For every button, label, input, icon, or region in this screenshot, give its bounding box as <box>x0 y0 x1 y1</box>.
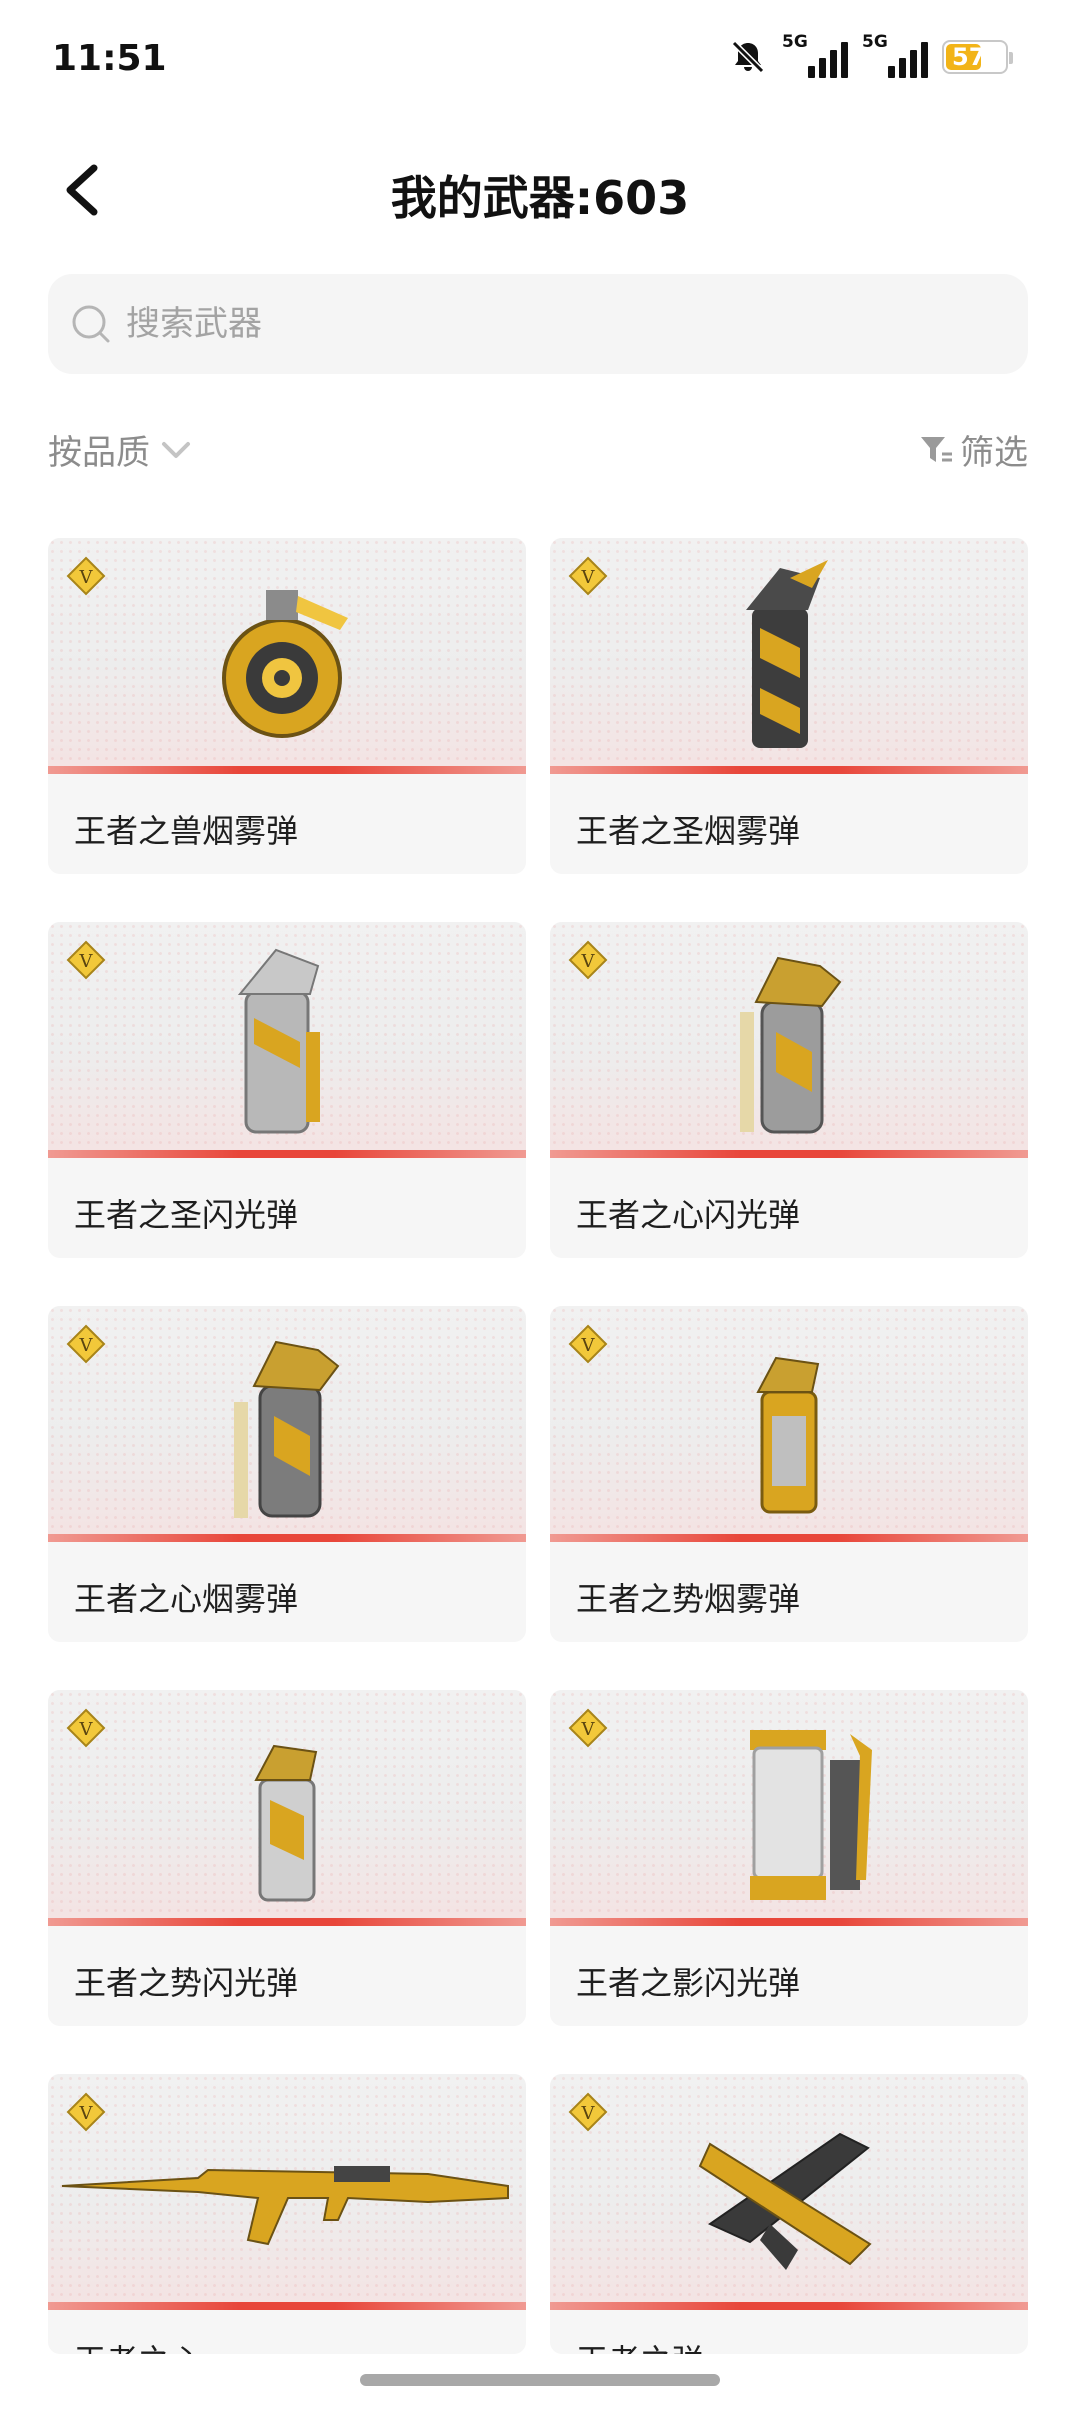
signal-icon: 5G <box>862 32 928 78</box>
flash-grenade-image <box>750 1730 872 1900</box>
filter-label: 筛选 <box>960 433 1028 473</box>
weapon-name: 王者之弹 <box>576 2336 704 2354</box>
bell-muted-icon <box>731 40 765 74</box>
svg-text:V: V <box>581 567 596 588</box>
search-bar[interactable] <box>48 274 1028 374</box>
rarity-badge-icon: V <box>568 940 608 980</box>
status-icons: 5G 5G 57 <box>728 32 1013 78</box>
svg-text:V: V <box>581 951 596 972</box>
rarity-badge-icon: V <box>568 2092 608 2132</box>
home-indicator[interactable] <box>360 2374 720 2386</box>
svg-text:V: V <box>79 2103 94 2124</box>
rarity-badge-icon: V <box>66 940 106 980</box>
battery-level: 57 <box>952 43 986 71</box>
svg-text:V: V <box>79 951 94 972</box>
smoke-grenade-image <box>234 1340 340 1518</box>
weapon-card[interactable]: V 王者之影闪光弹 <box>550 1690 1028 2026</box>
weapon-name: 王者之心 <box>74 2336 202 2354</box>
weapon-name: 王者之兽烟雾弹 <box>74 812 299 850</box>
rarity-badge-icon: V <box>568 1708 608 1748</box>
rarity-badge-icon: V <box>66 1708 106 1748</box>
rarity-badge-icon: V <box>66 1324 106 1364</box>
weapon-name: 王者之影闪光弹 <box>576 1964 801 2002</box>
battery-icon: 57 <box>942 40 1013 74</box>
svg-text:V: V <box>79 567 94 588</box>
weapon-card[interactable]: V 王者之圣闪光弹 <box>48 922 526 1258</box>
weapon-name: 王者之势烟雾弹 <box>576 1580 801 1618</box>
svg-text:V: V <box>79 1719 94 1740</box>
svg-text:V: V <box>581 2103 596 2124</box>
network-type: 5G <box>782 32 808 52</box>
network-type: 5G <box>862 32 888 52</box>
flash-grenade-image <box>740 956 842 1134</box>
page-title: 我的武器:603 <box>390 171 690 225</box>
weapon-card[interactable]: V 王者之兽烟雾弹 <box>48 538 526 874</box>
rifle-image <box>61 2166 509 2246</box>
filter-button[interactable]: 筛选 <box>918 425 1028 474</box>
status-time: 11:51 <box>52 38 167 79</box>
weapon-card[interactable]: V 王者之心 <box>48 2074 526 2354</box>
weapon-card[interactable]: V 王者之心烟雾弹 <box>48 1306 526 1642</box>
flash-grenade-image <box>237 948 320 1134</box>
svg-text:V: V <box>581 1335 596 1356</box>
smoke-grenade-image <box>222 590 348 738</box>
search-icon <box>72 305 110 343</box>
weapon-card[interactable]: V 王者之心闪光弹 <box>550 922 1028 1258</box>
search-input[interactable] <box>124 303 948 345</box>
weapon-name: 王者之圣烟雾弹 <box>576 812 801 850</box>
weapon-name: 王者之势闪光弹 <box>74 1964 299 2002</box>
rarity-badge-icon: V <box>66 556 106 596</box>
status-bar: 11:51 5G 5G 57 <box>0 0 1080 120</box>
signal-icon: 5G <box>782 32 848 78</box>
chevron-down-icon <box>162 441 190 458</box>
svg-text:V: V <box>581 1719 596 1740</box>
flash-grenade-image <box>254 1744 318 1902</box>
weapon-name: 王者之圣闪光弹 <box>74 1196 299 1234</box>
sort-by-quality[interactable]: 按品质 <box>48 425 194 474</box>
weapon-card[interactable]: V 王者之势烟雾弹 <box>550 1306 1028 1642</box>
weapon-name: 王者之心闪光弹 <box>576 1196 801 1234</box>
sort-label: 按品质 <box>48 433 150 473</box>
weapon-card[interactable]: V 王者之圣烟雾弹 <box>550 538 1028 874</box>
rarity-badge-icon: V <box>568 556 608 596</box>
rarity-badge-icon: V <box>66 2092 106 2132</box>
smoke-grenade-image <box>756 1356 820 1514</box>
smoke-grenade-image <box>746 560 828 748</box>
pistol-image <box>698 2132 872 2270</box>
filter-icon <box>921 436 952 462</box>
weapon-name: 王者之心烟雾弹 <box>74 1580 299 1618</box>
svg-text:V: V <box>79 1335 94 1356</box>
header: 我的武器:603 <box>0 140 1080 240</box>
rarity-badge-icon: V <box>568 1324 608 1364</box>
weapon-card[interactable]: V 王者之势闪光弹 <box>48 1690 526 2026</box>
weapon-card[interactable]: V 王者之弹 <box>550 2074 1028 2354</box>
weapon-grid: V 王者之兽烟雾弹 V 王者之圣烟雾弹 V 王者之圣闪光弹 V 王者之心闪光弹 … <box>48 538 1032 2354</box>
